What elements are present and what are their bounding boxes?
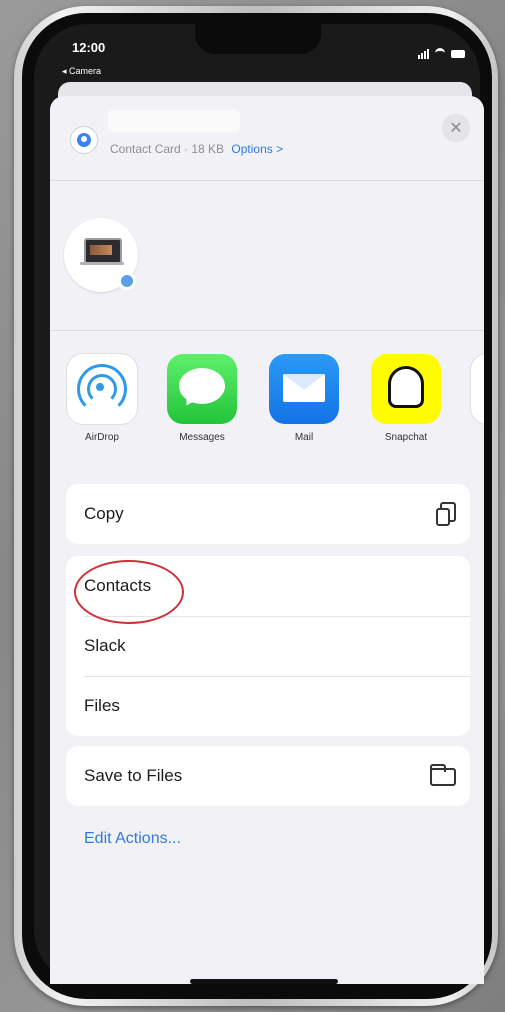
contact-icon: [70, 126, 98, 154]
share-sheet: Contact Card · 18 KB Options > ✕ AirDrop…: [50, 96, 484, 984]
app-label: Messages: [179, 432, 225, 443]
app-mail[interactable]: Mail: [266, 354, 342, 443]
contact-name-redacted: [108, 110, 240, 132]
action-label: Copy: [84, 504, 124, 523]
status-icons: [418, 48, 465, 59]
airdrop-icon: [67, 354, 137, 424]
app-partial[interactable]: [468, 354, 484, 424]
wifi-icon: [435, 48, 445, 59]
messages-icon: [167, 354, 237, 424]
copy-icon: [434, 502, 456, 526]
laptop-base: [80, 262, 124, 265]
app-label: Mail: [294, 432, 314, 443]
action-group-copy: Copy: [66, 484, 470, 544]
action-label: Slack: [84, 636, 126, 655]
share-header: Contact Card · 18 KB Options > ✕: [50, 96, 484, 181]
airdrop-suggestions: [50, 180, 484, 331]
mail-icon: [269, 354, 339, 424]
folder-icon: [430, 764, 456, 786]
edit-actions-link[interactable]: Edit Actions...: [84, 830, 181, 848]
airdrop-device[interactable]: [64, 218, 138, 292]
back-to-camera-link[interactable]: ◂ Camera: [62, 66, 101, 77]
action-slack[interactable]: Slack: [66, 616, 470, 676]
action-save-to-files[interactable]: Save to Files: [66, 746, 470, 806]
laptop-icon: [84, 238, 122, 264]
app-label: AirDrop: [85, 432, 119, 443]
action-label: Files: [84, 696, 120, 715]
action-copy[interactable]: Copy: [66, 484, 470, 544]
app-row: AirDrop Messages Mail Snapchat: [50, 354, 484, 458]
app-label: Snapchat: [384, 432, 428, 443]
notch: [195, 24, 321, 54]
file-info: Contact Card · 18 KB: [110, 142, 225, 156]
status-time: 12:00: [72, 40, 106, 55]
close-button[interactable]: ✕: [442, 114, 470, 142]
more-apps-icon: [471, 354, 484, 424]
app-snapchat[interactable]: Snapchat: [368, 354, 444, 443]
action-label: Save to Files: [84, 766, 183, 785]
signal-icon: [418, 48, 429, 59]
action-group-save: Save to Files: [66, 746, 470, 806]
annotation-circle: [74, 560, 184, 624]
options-link[interactable]: Options >: [231, 142, 283, 156]
share-subtitle: Contact Card · 18 KB Options >: [110, 142, 283, 156]
snapchat-icon: [371, 354, 441, 424]
battery-icon: [451, 49, 465, 58]
airdrop-badge-icon: [118, 272, 136, 290]
app-messages[interactable]: Messages: [164, 354, 240, 443]
action-files[interactable]: Files: [66, 676, 470, 736]
app-airdrop[interactable]: AirDrop: [64, 354, 140, 443]
home-indicator: [190, 979, 338, 984]
